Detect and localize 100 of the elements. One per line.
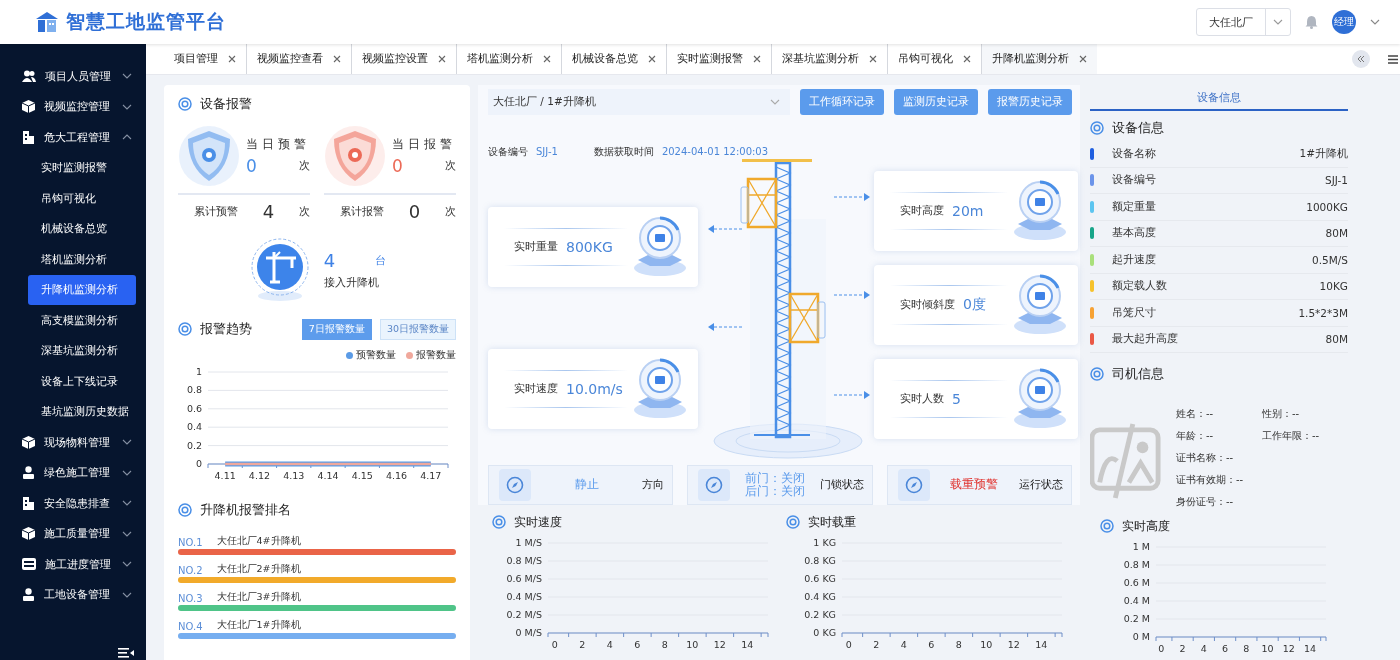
driver-field: 性别：--	[1262, 407, 1348, 421]
driver-field: 身份证号：--	[1176, 495, 1262, 509]
metric-value: 20m	[952, 203, 984, 219]
field-value: 2024-04-01 12:00:03	[661, 146, 769, 157]
info-label: 设备名称	[1112, 146, 1156, 161]
tick-label: 4	[1200, 643, 1207, 654]
info-value: SJJ-1	[1325, 174, 1348, 187]
stat-unit: 次	[445, 158, 456, 173]
info-label: 最大起升高度	[1112, 332, 1178, 347]
info-value: 80M	[1325, 227, 1348, 240]
tick-label: 10	[1261, 643, 1274, 654]
stat-label: 累计预警	[194, 204, 238, 219]
count-label: 接入升降机	[323, 275, 380, 290]
tick-label: 4.16	[386, 470, 408, 481]
rank-number: NO.3	[178, 593, 203, 604]
info-label: 起升速度	[1112, 252, 1156, 267]
tick-label: 12	[1007, 639, 1020, 650]
status-label: 门锁状态	[819, 478, 864, 492]
tick-label: 0.6 KG	[804, 573, 836, 584]
stat-label: 累计报警	[340, 204, 384, 219]
status-value: 载重预警	[949, 478, 1000, 492]
section-title: 设备报警	[200, 95, 252, 113]
tick-label: 14	[741, 639, 754, 650]
metric-label: 实时人数	[900, 392, 944, 406]
tick-label: 4.13	[283, 470, 305, 481]
tick-label: 0.6 M/S	[506, 573, 542, 584]
section-title: 实时速度	[514, 513, 562, 531]
tick-label: 8	[955, 639, 962, 650]
driver-field: 证书名称：--	[1176, 451, 1262, 465]
tick-label: 12	[713, 639, 726, 650]
tick-label: 1 M/S	[515, 537, 542, 548]
tick-label: 0	[195, 458, 202, 469]
rank-number: NO.4	[178, 621, 203, 632]
tick-label: 2	[1179, 643, 1186, 654]
info-label: 额定载人数	[1112, 279, 1167, 294]
status-value: 前门：关闭 后门：关闭	[744, 471, 806, 499]
tick-label: 10	[686, 639, 699, 650]
stat-value: 0	[246, 155, 257, 176]
tick-label: 6	[634, 639, 641, 650]
rank-number: NO.2	[178, 565, 203, 576]
metric-value: 10.0m/s	[566, 381, 623, 397]
tick-label: 0.2	[186, 439, 202, 451]
section-title: 升降机报警排名	[200, 501, 291, 519]
tick-label: 4	[606, 639, 613, 650]
metric-label: 实时倾斜度	[900, 298, 955, 312]
tick-label: 0	[551, 639, 558, 650]
tick-label: 0.8	[186, 384, 202, 396]
metric-value: 0度	[963, 296, 986, 314]
tick-label: 0.8 KG	[804, 555, 836, 566]
metric-label: 实时高度	[900, 204, 944, 218]
info-value: 1#升降机	[1299, 146, 1348, 161]
tick-label: 6	[928, 639, 935, 650]
tick-label: 14	[1304, 643, 1317, 654]
tick-label: 6	[1222, 643, 1229, 654]
section-title: 设备信息	[1112, 119, 1164, 137]
info-label: 吊笼尺寸	[1112, 305, 1156, 320]
metric-value: 5	[952, 391, 961, 407]
metric-label: 实时速度	[514, 382, 558, 396]
tick-label: 0.8 M	[1123, 559, 1150, 570]
legend-label: 报警数量	[416, 348, 456, 362]
tick-label: 0.4	[186, 421, 202, 433]
status-value: 静止	[573, 478, 600, 492]
rank-name: 大任北厂1#升降机	[216, 619, 301, 632]
stat-label: 当日预警	[246, 136, 310, 152]
info-value: 80M	[1325, 333, 1348, 346]
info-value: 10KG	[1319, 280, 1348, 293]
status-label: 运行状态	[1019, 478, 1063, 492]
metric-label: 实时重量	[514, 240, 558, 254]
section-title: 实时高度	[1122, 517, 1170, 535]
stat-label: 当日报警	[392, 136, 456, 152]
info-label: 额定重量	[1112, 199, 1156, 214]
section-title: 司机信息	[1112, 365, 1164, 383]
section-title: 报警趋势	[200, 320, 252, 338]
tick-label: 0.2 KG	[804, 609, 836, 620]
tick-label: 0	[1158, 643, 1165, 654]
rank-number: NO.1	[178, 537, 203, 548]
tick-label: 0.6 M	[1123, 577, 1150, 588]
field-label: 设备编号	[488, 146, 528, 157]
tick-label: 0	[845, 639, 852, 650]
stat-value: 0	[392, 155, 403, 176]
tick-label: 0.4 KG	[804, 591, 836, 602]
tick-label: 1	[195, 366, 202, 377]
tick-label: 2	[579, 639, 586, 650]
info-value: 1000KG	[1306, 200, 1348, 213]
status-label: 方向	[642, 478, 665, 492]
field-value: SJJ-1	[536, 146, 558, 157]
tick-label: 4.11	[214, 470, 236, 481]
tick-label: 8	[1243, 643, 1250, 654]
tick-label: 4.12	[248, 470, 270, 481]
tick-label: 0.4 M	[1123, 595, 1150, 606]
tick-label: 1 M	[1132, 541, 1150, 552]
driver-field: 姓名：--	[1176, 407, 1262, 421]
tick-label: 2	[873, 639, 880, 650]
tick-label: 0.6	[186, 402, 202, 414]
info-value: 1.5*2*3M	[1298, 306, 1348, 319]
tick-label: 14	[1035, 639, 1048, 650]
count-unit: 台	[375, 253, 387, 268]
tick-label: 4.14	[317, 470, 339, 481]
tick-label: 0.4 M/S	[506, 591, 542, 602]
tick-label: 4.15	[351, 470, 373, 481]
